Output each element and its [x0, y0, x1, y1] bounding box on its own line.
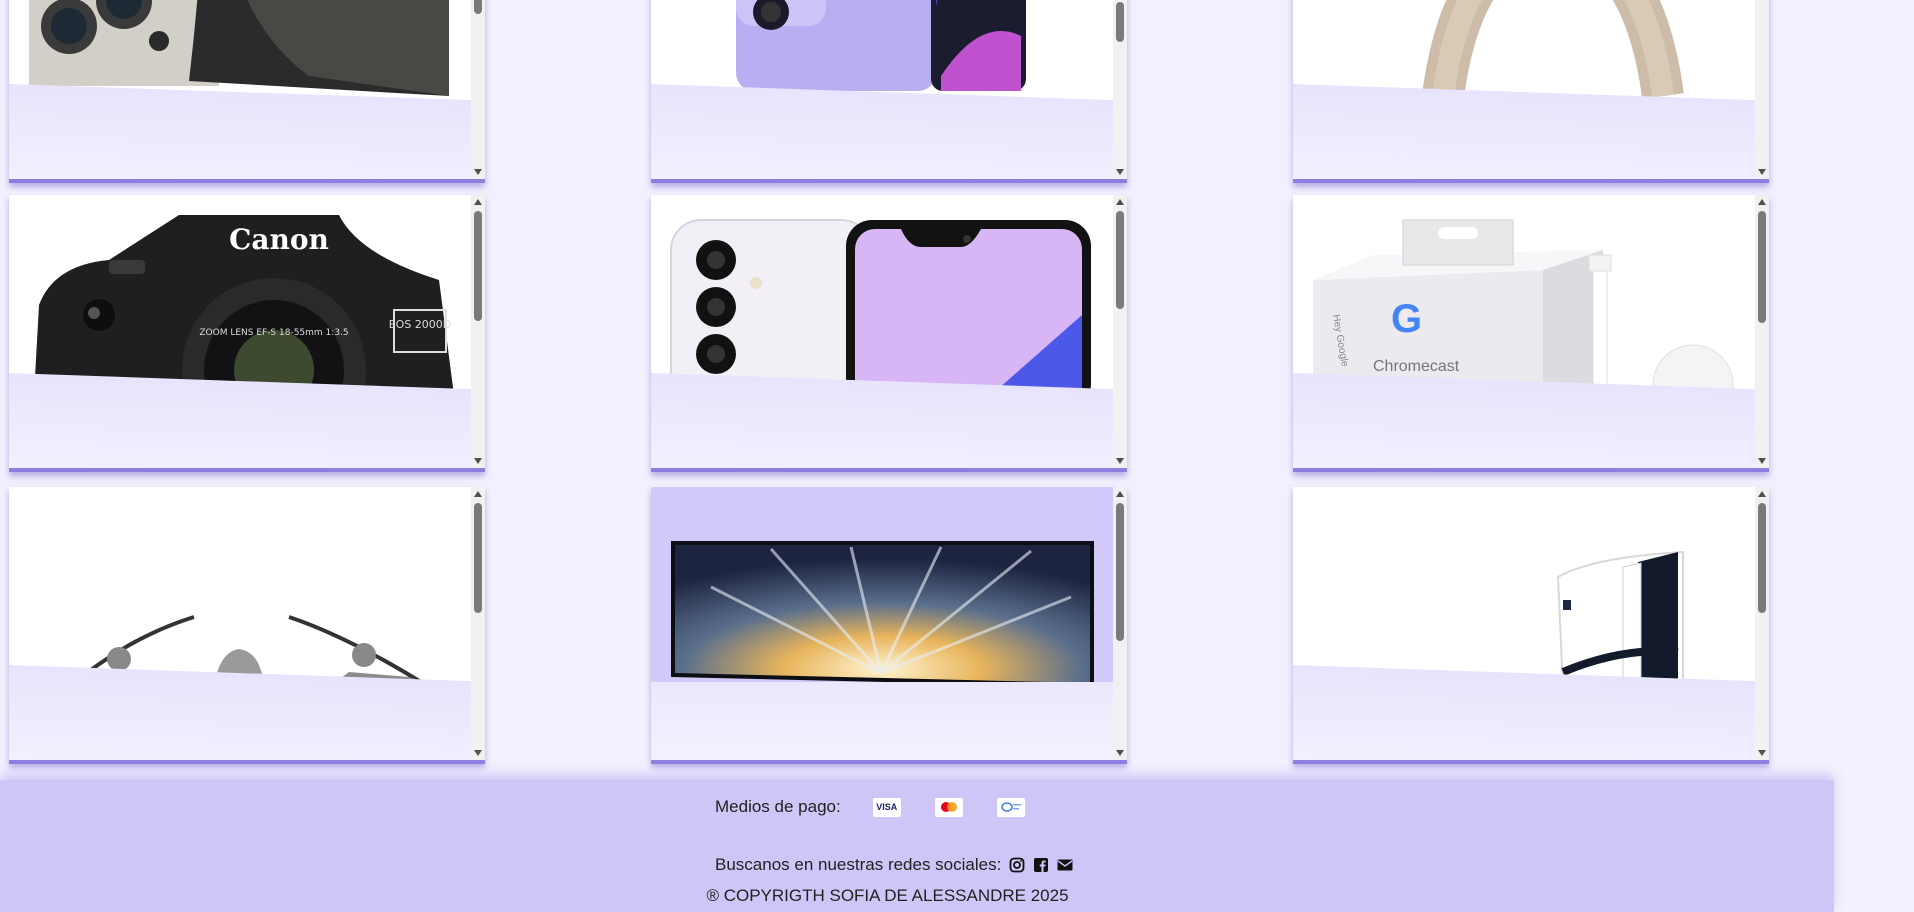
mercadopago-icon [996, 797, 1025, 817]
product-image[interactable] [651, 195, 1113, 395]
scroll-thumb[interactable] [1758, 211, 1766, 323]
email-icon[interactable] [1057, 858, 1073, 872]
product-card[interactable]: G Chromecast Hey Google [1293, 195, 1769, 472]
copyright-text: ® COPYRIGTH SOFIA DE ALESSANDRE 2025 [706, 886, 1069, 905]
product-card[interactable] [1293, 487, 1769, 764]
product-card[interactable]: Canon ZOOM LENS EF-S 18-55mm 1:3.5 EOS 2… [9, 195, 485, 472]
scroll-down-arrow-icon[interactable] [474, 750, 482, 756]
product-card[interactable] [651, 0, 1127, 183]
scroll-thumb[interactable] [474, 211, 482, 321]
camera-brand-text: Canon [229, 223, 329, 256]
scroll-down-arrow-icon[interactable] [474, 169, 482, 175]
scroll-down-arrow-icon[interactable] [1116, 169, 1124, 175]
product-info [9, 373, 471, 468]
product-image[interactable]: Canon ZOOM LENS EF-S 18-55mm 1:3.5 EOS 2… [9, 195, 471, 395]
scroll-thumb[interactable] [1116, 2, 1124, 42]
scroll-down-arrow-icon[interactable] [474, 458, 482, 464]
product-info [9, 665, 471, 760]
visa-label: VISA [876, 802, 898, 812]
product-info [651, 373, 1113, 468]
card-scrollbar[interactable] [1113, 0, 1127, 179]
product-info [651, 682, 1113, 760]
product-image[interactable] [1293, 487, 1755, 687]
product-card[interactable] [651, 195, 1127, 472]
scroll-down-arrow-icon[interactable] [1758, 169, 1766, 175]
product-info [651, 84, 1113, 179]
product-card[interactable] [651, 487, 1127, 764]
card-scrollbar[interactable] [1755, 0, 1769, 179]
product-image[interactable] [9, 487, 471, 687]
scroll-thumb[interactable] [474, 0, 482, 14]
scroll-down-arrow-icon[interactable] [1758, 458, 1766, 464]
product-info [1293, 373, 1755, 468]
scroll-up-arrow-icon[interactable] [1758, 199, 1766, 205]
product-card[interactable] [9, 0, 485, 183]
instagram-icon[interactable] [1009, 857, 1025, 873]
lens-text: ZOOM LENS EF-S 18-55mm 1:3.5 [199, 328, 348, 338]
social-links: Buscanos en nuestras redes sociales: [715, 850, 1073, 880]
product-info [1293, 84, 1755, 179]
product-info [9, 84, 471, 179]
scroll-up-arrow-icon[interactable] [1758, 491, 1766, 497]
card-scrollbar[interactable] [471, 0, 485, 179]
chromecast-brand-text: Chromecast [1373, 358, 1460, 375]
footer: Medios de pago: VISA Buscanos en nuestra… [0, 780, 1834, 912]
scroll-thumb[interactable] [1116, 211, 1124, 309]
card-scrollbar[interactable] [1755, 487, 1769, 760]
product-info [1293, 665, 1755, 760]
visa-icon: VISA [872, 797, 901, 817]
svg-text:G: G [1391, 297, 1422, 341]
card-scrollbar[interactable] [1755, 195, 1769, 468]
card-scrollbar[interactable] [1113, 487, 1127, 760]
scroll-up-arrow-icon[interactable] [474, 491, 482, 497]
scroll-thumb[interactable] [1758, 503, 1766, 613]
scroll-down-arrow-icon[interactable] [1116, 458, 1124, 464]
mastercard-icon [934, 797, 963, 817]
scroll-up-arrow-icon[interactable] [1116, 199, 1124, 205]
social-label: Buscanos en nuestras redes sociales: [715, 855, 1002, 874]
payment-label: Medios de pago: [715, 797, 841, 816]
card-scrollbar[interactable] [1113, 195, 1127, 468]
card-scrollbar[interactable] [471, 195, 485, 468]
camera-model-text: EOS 2000D [389, 318, 452, 331]
facebook-icon[interactable] [1033, 857, 1049, 873]
payment-methods: Medios de pago: VISA [715, 792, 1025, 822]
product-card[interactable] [1293, 0, 1769, 183]
scroll-thumb[interactable] [474, 503, 482, 613]
product-image[interactable]: G Chromecast Hey Google [1293, 195, 1755, 395]
scroll-up-arrow-icon[interactable] [474, 199, 482, 205]
product-card[interactable] [9, 487, 485, 764]
scroll-down-arrow-icon[interactable] [1758, 750, 1766, 756]
scroll-thumb[interactable] [1116, 503, 1124, 641]
card-scrollbar[interactable] [471, 487, 485, 760]
scroll-down-arrow-icon[interactable] [1116, 750, 1124, 756]
scroll-up-arrow-icon[interactable] [1116, 491, 1124, 497]
page: Canon ZOOM LENS EF-S 18-55mm 1:3.5 EOS 2… [0, 0, 1834, 912]
